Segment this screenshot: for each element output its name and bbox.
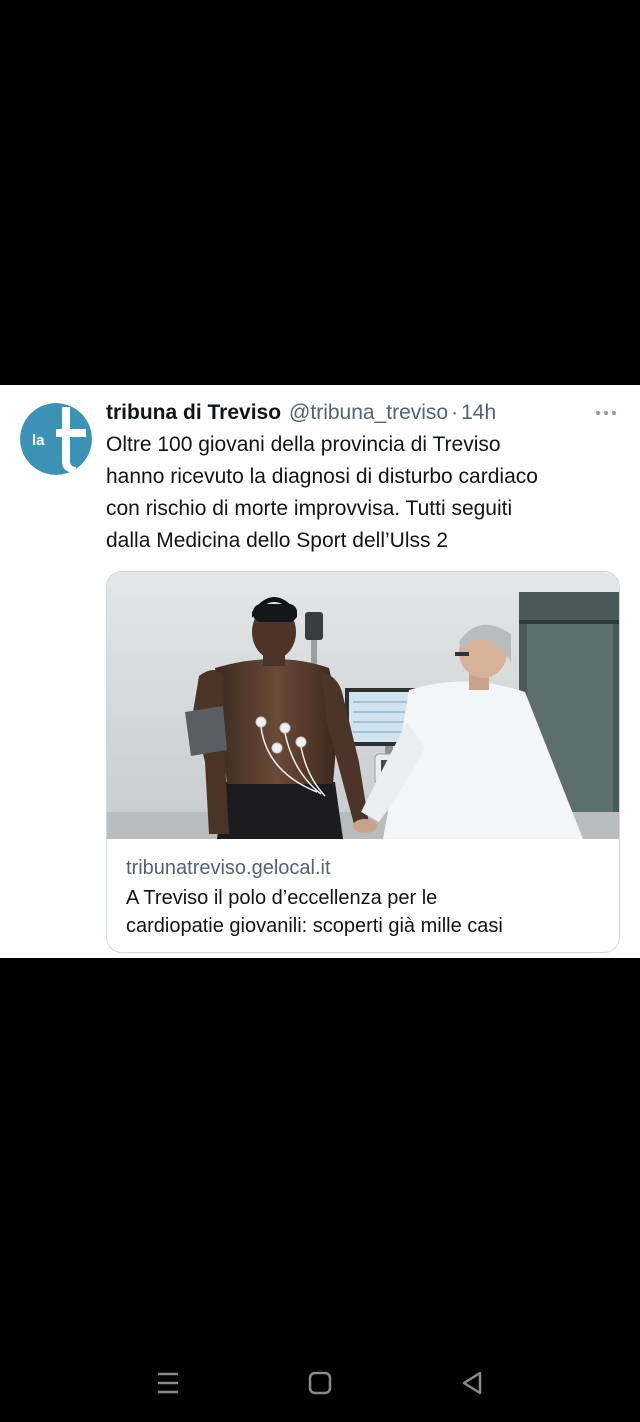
recent-apps-icon[interactable] <box>148 1368 188 1398</box>
user-handle[interactable]: @tribuna_treviso <box>289 399 448 427</box>
more-horizontal-icon[interactable] <box>592 401 620 425</box>
tweet[interactable]: la tribuna di Treviso @tribuna_treviso ·… <box>0 385 640 958</box>
tweet-header: tribuna di Treviso @tribuna_treviso · 14… <box>106 399 496 427</box>
display-name[interactable]: tribuna di Treviso <box>106 399 281 427</box>
screen: la tribuna di Treviso @tribuna_treviso ·… <box>0 0 640 1422</box>
article-photo[interactable] <box>107 572 619 839</box>
back-triangle-icon[interactable] <box>452 1368 492 1398</box>
tweet-text: Oltre 100 giovani della provincia di Tre… <box>106 433 538 552</box>
android-navbar <box>0 1350 640 1422</box>
avatar[interactable]: la <box>20 403 92 475</box>
tweet-time[interactable]: 14h <box>461 399 496 427</box>
card-domain[interactable]: tribunatreviso.gelocal.it <box>126 855 331 881</box>
card-title[interactable]: A Treviso il polo d’eccellenza per le ca… <box>126 884 606 940</box>
home-square-icon[interactable] <box>300 1368 340 1398</box>
link-card[interactable]: tribunatreviso.gelocal.it A Treviso il p… <box>106 571 620 953</box>
svg-text:la: la <box>32 432 45 449</box>
separator-dot: · <box>451 401 459 424</box>
tribuna-logo-icon: la <box>20 403 92 475</box>
